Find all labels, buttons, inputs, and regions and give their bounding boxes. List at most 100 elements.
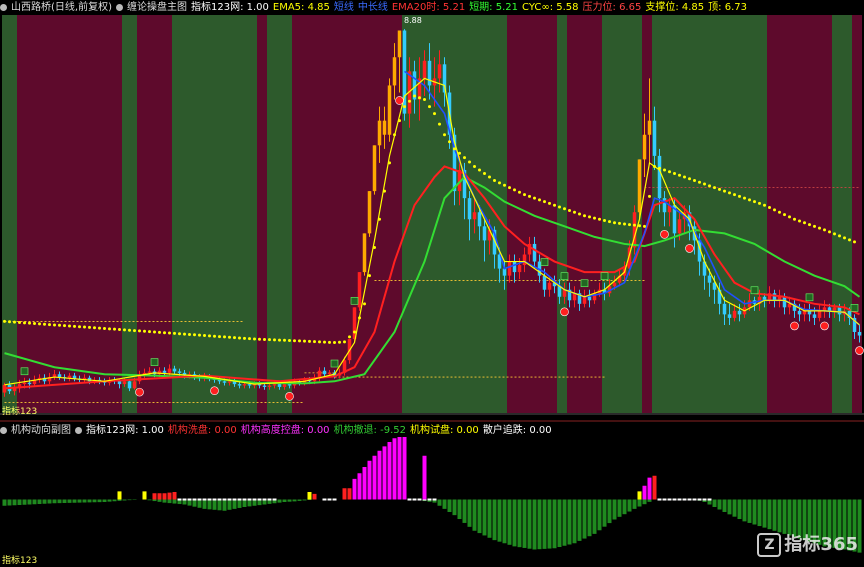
candle-body bbox=[132, 381, 137, 389]
candle-body bbox=[482, 226, 487, 241]
sub-green-bar bbox=[87, 499, 92, 503]
buy-mark-icon bbox=[330, 359, 339, 368]
cyc-dot bbox=[643, 224, 646, 228]
sell-mark-icon bbox=[560, 307, 569, 317]
sub-white-tick bbox=[242, 498, 247, 501]
cyc-dot bbox=[368, 274, 371, 278]
cyc-dot bbox=[833, 232, 836, 236]
candle-body bbox=[262, 385, 267, 387]
buy-mark-icon bbox=[560, 272, 569, 280]
sub-green-bar bbox=[202, 499, 207, 509]
cyc-dot bbox=[473, 164, 476, 168]
sub-white-tick bbox=[692, 498, 697, 501]
sub-green-bar bbox=[162, 499, 167, 503]
sub-green-bar bbox=[152, 499, 157, 502]
cyc-dot bbox=[158, 330, 161, 334]
sub-bar-magenta bbox=[642, 485, 647, 500]
cyc-dot bbox=[453, 147, 456, 151]
cyc-dot bbox=[28, 321, 31, 325]
cyc-dot bbox=[343, 340, 346, 344]
sub-white-tick bbox=[427, 498, 432, 501]
sub-green-bar bbox=[172, 499, 177, 504]
sub-green-bar bbox=[42, 499, 47, 504]
sub-bar-red bbox=[347, 488, 352, 500]
cyc-dot bbox=[53, 323, 56, 327]
sub-white-tick bbox=[257, 498, 262, 501]
candle-body bbox=[647, 120, 652, 135]
sub-green-bar bbox=[582, 499, 587, 539]
cyc-dot bbox=[648, 194, 651, 198]
cyc-dot bbox=[413, 94, 416, 98]
sub-green-bar bbox=[92, 499, 97, 503]
cyc-dot bbox=[3, 319, 6, 323]
cyc-dot bbox=[333, 341, 336, 345]
cyc-dot bbox=[88, 325, 91, 329]
candle-body bbox=[522, 254, 527, 266]
candle-body bbox=[677, 219, 682, 234]
sub-green-bar bbox=[487, 499, 492, 538]
sub-green-bar bbox=[597, 499, 602, 531]
sub-white-tick bbox=[702, 498, 707, 501]
sell-mark-icon bbox=[135, 387, 144, 397]
cyc-dot bbox=[778, 210, 781, 214]
cyc-dot bbox=[58, 323, 61, 327]
cyc-dot bbox=[323, 340, 326, 344]
sub-green-bar bbox=[512, 499, 517, 547]
sub-green-bar bbox=[102, 499, 107, 502]
sub-white-tick bbox=[187, 498, 192, 501]
candle-body bbox=[582, 296, 587, 304]
cyc-dot bbox=[618, 221, 621, 225]
cyc-dot bbox=[483, 171, 486, 175]
cyc-dot bbox=[768, 206, 771, 210]
cyc-dot bbox=[463, 156, 466, 160]
sub-green-bar bbox=[752, 499, 757, 525]
cyc-dot bbox=[508, 186, 511, 190]
sub-bar-red bbox=[162, 493, 167, 500]
cyc-dot bbox=[118, 328, 121, 332]
cyc-dot bbox=[18, 320, 21, 324]
cyc-dot bbox=[583, 214, 586, 218]
cyc-dot bbox=[248, 337, 251, 341]
sub-green-bar bbox=[607, 499, 612, 524]
sub-green-bar bbox=[567, 499, 572, 545]
candle-body bbox=[177, 371, 182, 373]
cyc-dot bbox=[578, 212, 581, 216]
cyc-dot bbox=[113, 327, 116, 331]
candle-body bbox=[247, 384, 252, 386]
cyc-dot bbox=[303, 339, 306, 343]
cyc-dot bbox=[693, 179, 696, 183]
sub-corner-label: 指标123 bbox=[2, 556, 38, 566]
cyc-dot bbox=[353, 330, 356, 334]
sub-white-tick bbox=[417, 498, 422, 501]
sub-white-tick bbox=[227, 498, 232, 501]
sub-green-bar bbox=[577, 499, 582, 541]
cyc-dot bbox=[228, 335, 231, 339]
cyc-dot bbox=[283, 338, 286, 342]
candle-body bbox=[732, 310, 737, 318]
candle-body bbox=[22, 382, 27, 385]
sub-green-bar bbox=[762, 499, 767, 528]
cyc-dot bbox=[798, 219, 801, 223]
cyc-dot bbox=[403, 105, 406, 109]
sub-green-bar bbox=[292, 499, 297, 502]
bottom-legend-dot-icon bbox=[0, 426, 7, 434]
background-bands bbox=[0, 15, 864, 422]
sub-white-tick bbox=[182, 498, 187, 501]
sub-green-bar bbox=[642, 499, 647, 505]
sub-white-tick bbox=[192, 498, 197, 501]
sub-green-bar bbox=[712, 499, 717, 507]
sub-green-bar bbox=[117, 499, 122, 501]
band-green bbox=[2, 15, 17, 413]
sub-green-bar bbox=[127, 499, 132, 501]
candle-body bbox=[277, 384, 282, 387]
watermark-text: 指标365 bbox=[784, 534, 858, 555]
sub-white-tick bbox=[322, 498, 327, 501]
candle-body bbox=[817, 310, 822, 318]
bottom-legend-dot-icon bbox=[75, 426, 82, 434]
sub-green-bar bbox=[97, 499, 102, 503]
cyc-dot bbox=[148, 330, 151, 334]
chart-canvas: 8.88 bbox=[0, 15, 864, 553]
cyc-dot bbox=[223, 335, 226, 339]
candle-body bbox=[397, 30, 402, 58]
sub-bar-red bbox=[152, 493, 157, 500]
